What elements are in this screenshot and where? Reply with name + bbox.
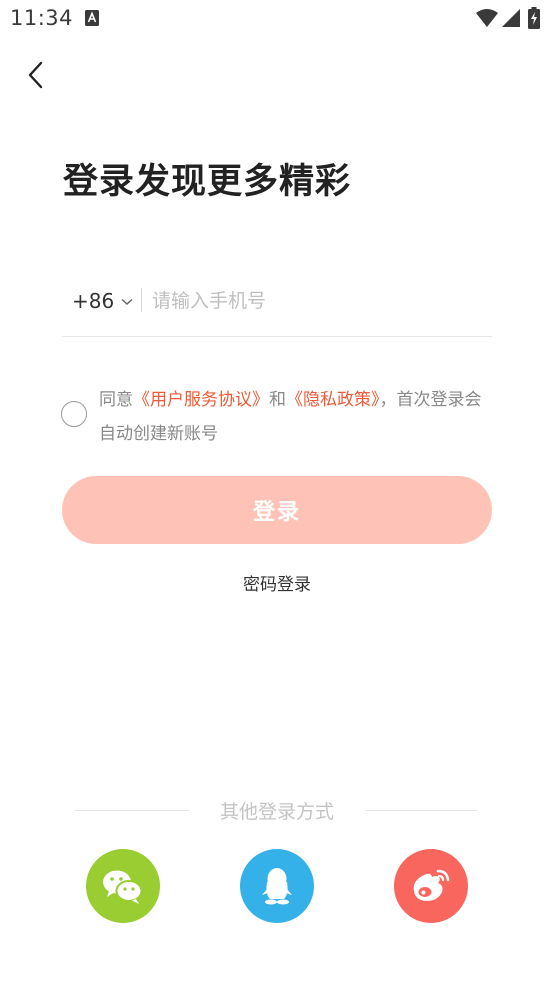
login-button[interactable]: 登录 (62, 476, 492, 544)
chevron-down-icon (121, 298, 133, 305)
wechat-icon (103, 870, 143, 904)
country-code-label: +86 (72, 289, 115, 313)
agreement-prefix: 同意 (99, 390, 133, 410)
phone-input-row: +86 (62, 276, 492, 337)
code-divider (141, 288, 142, 312)
privacy-policy-link[interactable]: 《隐私政策》 (286, 390, 380, 410)
status-time: 11:34 (10, 6, 74, 30)
phone-input[interactable] (152, 284, 482, 318)
page-title: 登录发现更多精彩 (63, 162, 352, 202)
password-login-link[interactable]: 密码登录 (0, 570, 554, 595)
qq-icon (262, 868, 292, 905)
qq-login-button[interactable] (240, 849, 314, 923)
cell-signal-icon (502, 9, 520, 31)
country-code-selector[interactable]: +86 (72, 286, 133, 316)
agreement-and: 和 (269, 390, 286, 410)
weibo-login-button[interactable] (394, 849, 468, 923)
battery-charging-icon (528, 7, 540, 33)
chevron-left-icon (28, 61, 43, 89)
font-download-icon (85, 10, 99, 30)
user-agreement-link[interactable]: 《用户服务协议》 (133, 390, 269, 410)
wifi-icon (476, 9, 498, 31)
wechat-login-button[interactable] (86, 849, 160, 923)
status-bar: 11:34 (0, 0, 554, 38)
divider-right (365, 810, 477, 811)
weibo-icon (413, 869, 450, 901)
agreement-checkbox[interactable] (61, 401, 87, 427)
agreement-text: 同意《用户服务协议》和《隐私政策》，首次登录会自动创建新账号 (99, 383, 494, 451)
back-button[interactable] (20, 58, 54, 92)
